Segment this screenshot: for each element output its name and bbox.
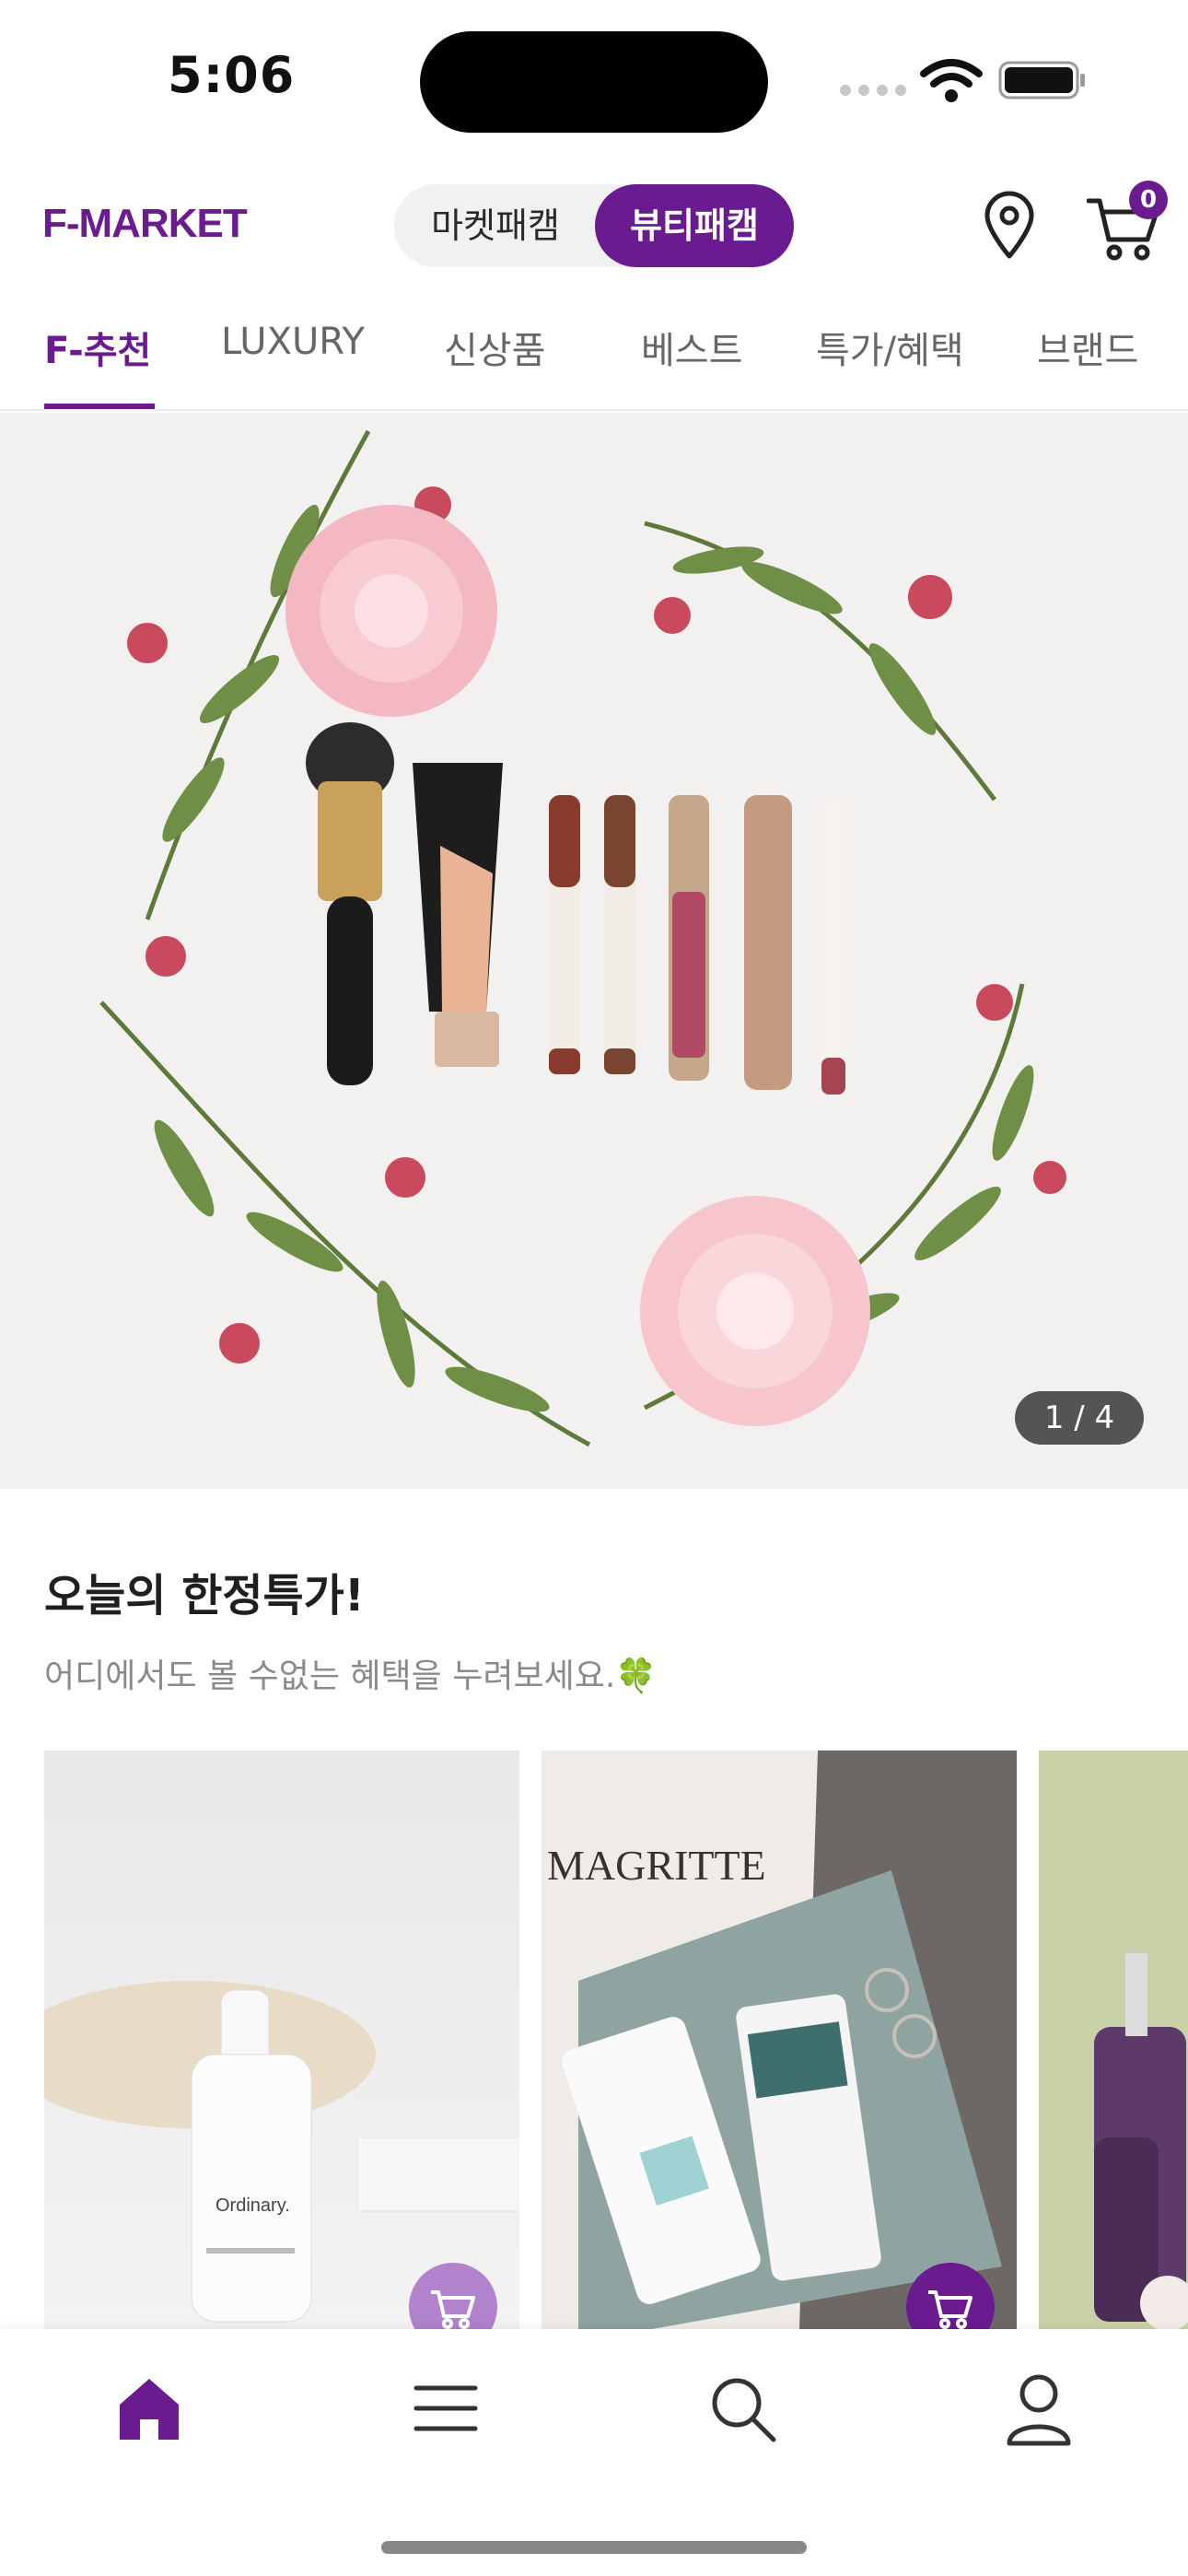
bottom-navigation [0, 2329, 1188, 2576]
svg-text:Ordinary.: Ordinary. [215, 2195, 290, 2216]
category-tabs: F-추천 LUXURY 신상품 베스트 특가/혜택 브랜드 [0, 304, 1188, 411]
user-icon[interactable] [1000, 2370, 1077, 2447]
search-icon[interactable] [704, 2370, 781, 2447]
banner-pager: 1 / 4 [1015, 1391, 1144, 1445]
section-subtitle: 어디에서도 볼 수없는 혜택을 누려보세요.🍀 [44, 1657, 658, 1695]
battery-icon [998, 61, 1085, 100]
tab-best[interactable]: 베스트 [641, 321, 742, 374]
wifi-icon [920, 59, 983, 102]
add-to-cart-button[interactable] [409, 2263, 497, 2329]
segment-beauty[interactable]: 뷰티패캠 [595, 184, 794, 267]
home-indicator [381, 2541, 807, 2554]
dynamic-island [420, 31, 768, 133]
store-switcher: 마켓패캠 뷰티패캠 [394, 184, 794, 267]
tab-brand[interactable]: 브랜드 [1037, 321, 1138, 374]
tab-luxury[interactable]: LUXURY [221, 321, 374, 363]
status-time: 5:06 [168, 46, 296, 104]
active-tab-indicator [44, 404, 155, 409]
product-image [1094, 1953, 1188, 2329]
product-card[interactable] [1039, 1751, 1188, 2329]
product-image: Ordinary. [44, 1981, 519, 2323]
app-header: F-MARKET 마켓패캠 뷰티패캠 0 [0, 175, 1188, 276]
promo-banner[interactable]: 1 / 4 [0, 413, 1188, 1489]
product-card[interactable]: MAGRITTE [542, 1751, 1017, 2329]
add-to-cart-button[interactable] [906, 2263, 995, 2329]
product-image: MAGRITTE [542, 1751, 1002, 2329]
cellular-signal-icon [840, 85, 906, 96]
tab-deals[interactable]: 특가/혜택 [816, 321, 964, 374]
banner-image [99, 429, 1066, 1447]
segment-market[interactable]: 마켓패캠 [394, 184, 597, 267]
section-title: 오늘의 한정특가! [44, 1570, 365, 1622]
location-pin-icon[interactable] [980, 190, 1039, 260]
home-icon[interactable] [111, 2370, 188, 2447]
cart-count-badge: 0 [1129, 181, 1168, 219]
cart-icon [431, 2290, 475, 2329]
status-bar: 5:06 [0, 0, 1188, 157]
tab-new[interactable]: 신상품 [444, 321, 545, 374]
product-card[interactable]: Ordinary. [44, 1751, 519, 2329]
app-logo[interactable]: F-MARKET [42, 201, 248, 247]
cart-icon [928, 2290, 973, 2329]
tab-recommend[interactable]: F-추천 [44, 321, 151, 374]
menu-icon[interactable] [407, 2370, 484, 2447]
svg-text:MAGRITTE: MAGRITTE [547, 1842, 766, 1889]
